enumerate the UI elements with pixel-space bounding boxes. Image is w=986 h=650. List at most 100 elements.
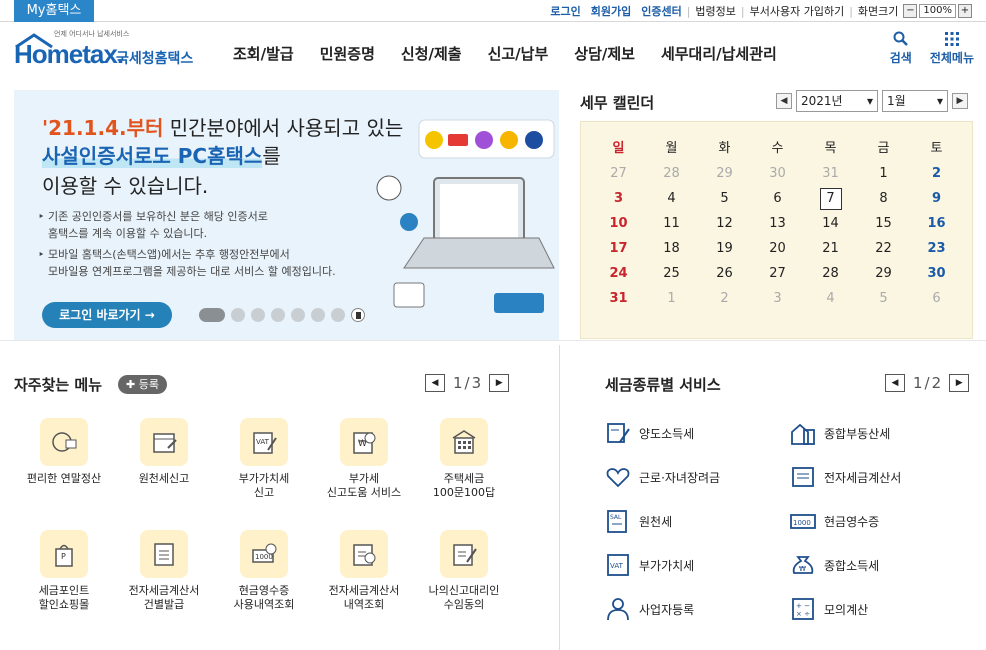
prev-year-button[interactable]: ◀ [776, 93, 792, 109]
nav-certificates[interactable]: 민원증명 [307, 43, 388, 64]
calendar-day[interactable]: 11 [645, 211, 698, 236]
calendar-day[interactable]: 5 [698, 186, 751, 211]
login-link[interactable]: 로그인 [545, 3, 585, 19]
calendar-day[interactable]: 5 [857, 286, 910, 311]
calendar-day[interactable]: 1 [645, 286, 698, 311]
slide-dot-7[interactable] [331, 308, 345, 322]
calendar-day[interactable]: 20 [751, 236, 804, 261]
tax-withholding[interactable]: SAL 원천세 [605, 508, 672, 534]
calendar-day[interactable]: 27 [592, 161, 645, 186]
slide-dot-5[interactable] [291, 308, 305, 322]
calendar-day[interactable]: 18 [645, 236, 698, 261]
login-shortcut-button[interactable]: 로그인 바로가기 → [42, 302, 172, 328]
calendar-day[interactable]: 22 [857, 236, 910, 261]
calendar-day[interactable]: 31 [804, 161, 857, 186]
zoom-out-button[interactable]: − [903, 4, 918, 18]
fav-e-invoice-history[interactable]: 전자세금계산서 내역조회 [314, 530, 414, 612]
next-month-button[interactable]: ▶ [952, 93, 968, 109]
hometax-logo[interactable]: 언제 어디서나 납세서비스 Hometax. 국세청홈택스 [14, 29, 204, 75]
tax-services-next-button[interactable]: ▶ [949, 374, 970, 392]
slide-dot-6[interactable] [311, 308, 325, 322]
tax-comprehensive-real-estate[interactable]: 종합부동산세 [790, 420, 890, 446]
calendar-day[interactable]: 29 [698, 161, 751, 186]
slide-dot-2[interactable] [231, 308, 245, 322]
calendar-day[interactable]: 6 [751, 186, 804, 211]
tax-business-registration[interactable]: 사업자등록 [605, 596, 694, 622]
calendar-day[interactable]: 1 [857, 161, 910, 186]
calendar-day[interactable]: 28 [804, 261, 857, 286]
calendar-day[interactable]: 8 [857, 186, 910, 211]
tax-earned-child-incentive[interactable]: 근로·자녀장려금 [605, 464, 720, 490]
all-menu-button[interactable]: 전체메뉴 [930, 31, 974, 66]
slide-dot-3[interactable] [251, 308, 265, 322]
tax-capital-gains[interactable]: 양도소득세 [605, 420, 694, 446]
fav-e-invoice-issue[interactable]: 전자세금계산서 건별발급 [114, 530, 214, 612]
calendar-day[interactable]: 30 [910, 261, 963, 286]
fav-housing-tax-qa[interactable]: 주택세금 100문100답 [414, 418, 514, 500]
svg-text:VAT: VAT [256, 438, 270, 446]
main-banner[interactable]: '21.1.4.부터 민간분야에서 사용되고 있는 사설인증서로도 PC홈택스를… [14, 90, 559, 340]
calendar-day[interactable]: 30 [751, 161, 804, 186]
tax-cash-receipt[interactable]: 1000 현금영수증 [790, 508, 879, 534]
calendar-day[interactable]: 26 [698, 261, 751, 286]
law-info-link[interactable]: 법령정보 [690, 3, 740, 19]
dept-user-signup-link[interactable]: 부서사용자 가입하기 [745, 3, 850, 19]
fav-withholding-report[interactable]: 원천세신고 [114, 418, 214, 486]
fav-vat-report[interactable]: VAT 부가가치세 신고 [214, 418, 314, 500]
favorites-next-button[interactable]: ▶ [489, 374, 510, 392]
tax-services-prev-button[interactable]: ◀ [885, 374, 905, 392]
calendar-day[interactable]: 15 [857, 211, 910, 236]
zoom-in-button[interactable]: + [958, 4, 972, 18]
fav-year-end-settlement[interactable]: 편리한 연말정산 [14, 418, 114, 486]
calendar-day[interactable]: 14 [804, 211, 857, 236]
calendar-day[interactable]: 7 [804, 186, 857, 211]
year-end-icon [40, 418, 88, 466]
calendar-day[interactable]: 3 [751, 286, 804, 311]
tax-comprehensive-income[interactable]: ₩ 종합소득세 [790, 552, 879, 578]
slide-dot-1[interactable] [199, 308, 225, 322]
tax-e-invoice[interactable]: 전자세금계산서 [790, 464, 901, 490]
calendar-day[interactable]: 23 [910, 236, 963, 261]
nav-tax-agent[interactable]: 세무대리/납세관리 [648, 43, 790, 64]
calendar-day[interactable]: 27 [751, 261, 804, 286]
nav-inquiry-issue[interactable]: 조회/발급 [220, 43, 307, 64]
my-hometax-button[interactable]: My홈택스 [14, 0, 94, 22]
calendar-day[interactable]: 19 [698, 236, 751, 261]
calendar-day[interactable]: 4 [645, 186, 698, 211]
calendar-day[interactable]: 31 [592, 286, 645, 311]
search-button[interactable]: 검색 [890, 31, 912, 66]
calendar-day[interactable]: 2 [698, 286, 751, 311]
calendar-day[interactable]: 24 [592, 261, 645, 286]
signup-link[interactable]: 회원가입 [586, 3, 636, 19]
calendar-day[interactable]: 9 [910, 186, 963, 211]
calendar-day[interactable]: 17 [592, 236, 645, 261]
year-select[interactable]: 2021년 ▾ [796, 90, 878, 112]
calendar-day[interactable]: 3 [592, 186, 645, 211]
nav-apply-submit[interactable]: 신청/제출 [388, 43, 475, 64]
calendar-day[interactable]: 13 [751, 211, 804, 236]
favorites-prev-button[interactable]: ◀ [425, 374, 445, 392]
pause-icon[interactable] [351, 308, 365, 322]
cert-center-link[interactable]: 인증센터 [636, 3, 686, 19]
calendar-day[interactable]: 25 [645, 261, 698, 286]
calendar-day[interactable]: 4 [804, 286, 857, 311]
nav-consult-report[interactable]: 상담/제보 [561, 43, 648, 64]
register-favorite-button[interactable]: ✚ 등록 [118, 375, 167, 394]
nav-report-pay[interactable]: 신고/납부 [475, 43, 562, 64]
calendar-day[interactable]: 16 [910, 211, 963, 236]
fav-agent-consent[interactable]: 나의신고대리인 수임동의 [414, 530, 514, 612]
month-select[interactable]: 1월 ▾ [882, 90, 948, 112]
calendar-day[interactable]: 10 [592, 211, 645, 236]
tax-mock-calculation[interactable]: + − × ÷ 모의계산 [790, 596, 868, 622]
calendar-day[interactable]: 29 [857, 261, 910, 286]
calendar-day[interactable]: 2 [910, 161, 963, 186]
fav-vat-help-service[interactable]: ₩ 부가세 신고도움 서비스 [314, 418, 414, 500]
tax-vat[interactable]: VAT 부가가치세 [605, 552, 694, 578]
fav-cash-receipt-history[interactable]: 1000 현금영수증 사용내역조회 [214, 530, 314, 612]
calendar-day[interactable]: 21 [804, 236, 857, 261]
calendar-day[interactable]: 12 [698, 211, 751, 236]
calendar-day[interactable]: 6 [910, 286, 963, 311]
slide-dot-4[interactable] [271, 308, 285, 322]
fav-tax-point-mall[interactable]: P 세금포인트 할인쇼핑몰 [14, 530, 114, 612]
calendar-day[interactable]: 28 [645, 161, 698, 186]
